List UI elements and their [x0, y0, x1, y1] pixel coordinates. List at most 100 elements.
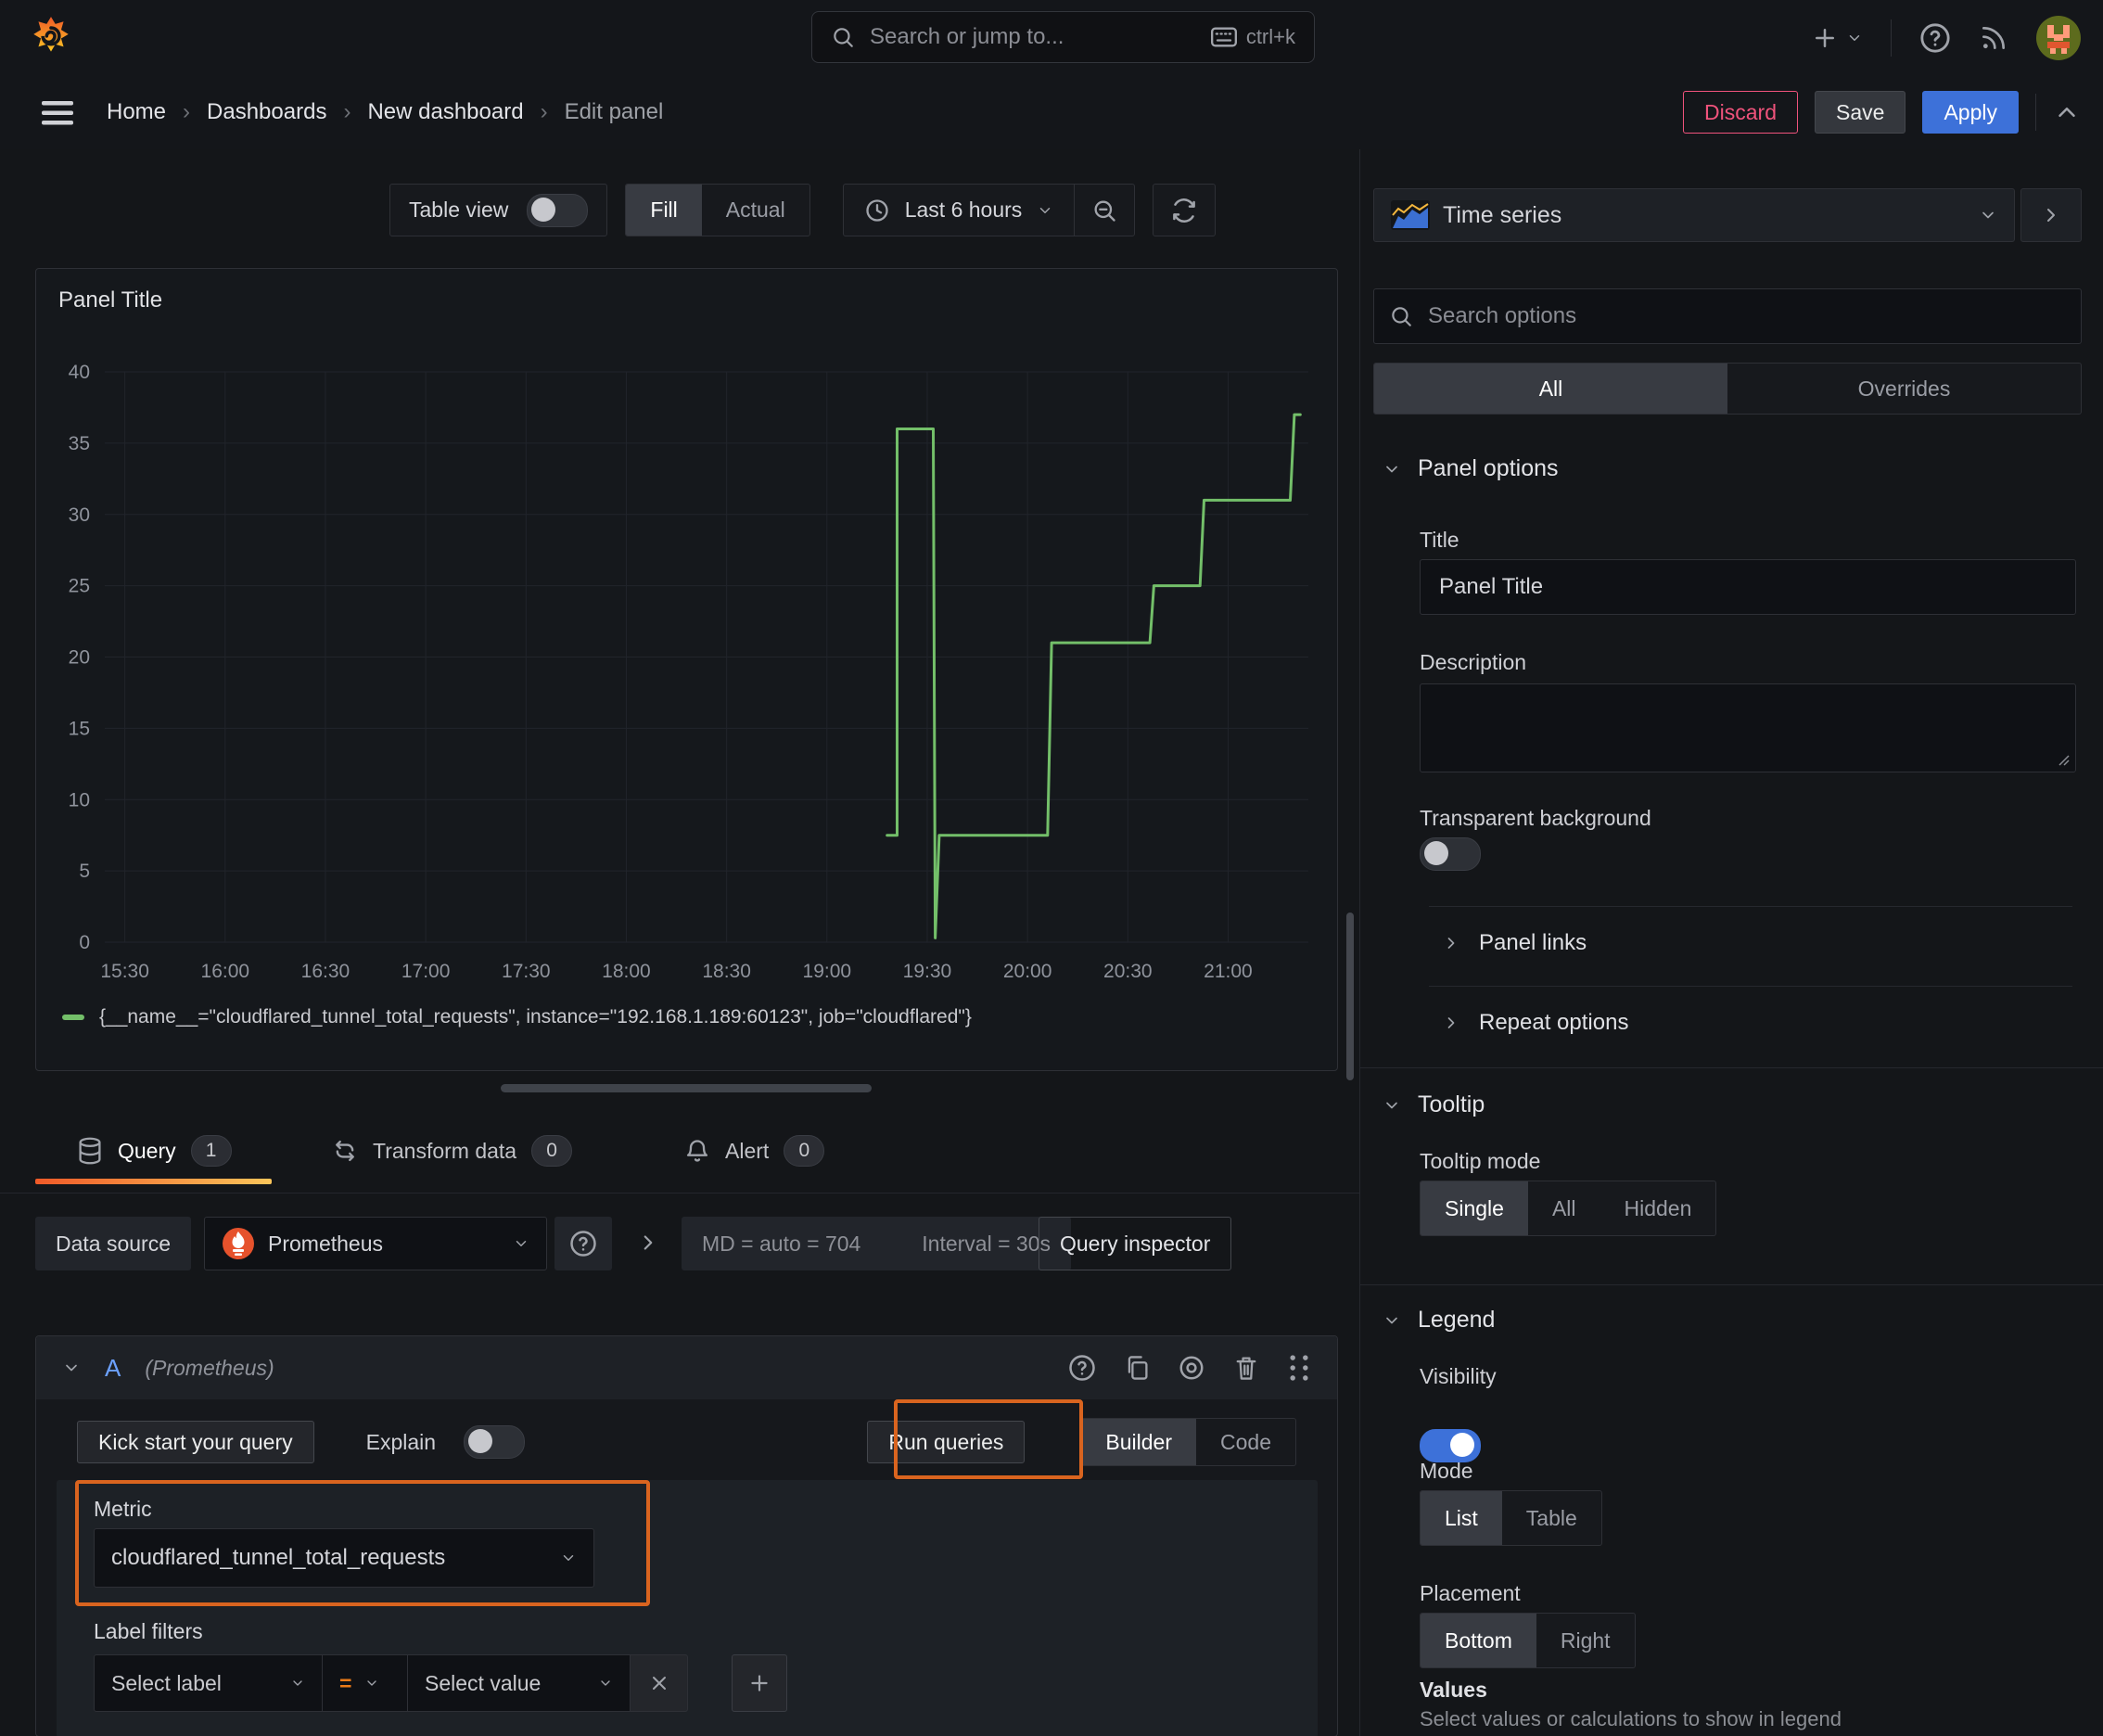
panel-options-section-header[interactable]: Panel options: [1383, 455, 1559, 482]
query-inspector-button[interactable]: Query inspector: [1039, 1217, 1232, 1270]
database-icon: [79, 1137, 101, 1165]
legend-mode-segmented: List Table: [1420, 1490, 1602, 1546]
datasource-row: Data source Prometheus MD = auto = 704 I…: [35, 1214, 1338, 1273]
panel-resize-handle[interactable]: [501, 1084, 872, 1092]
svg-text:5: 5: [79, 861, 90, 882]
query-help-icon[interactable]: [1068, 1354, 1096, 1382]
datasource-picker[interactable]: Prometheus: [204, 1217, 547, 1270]
chart-panel: Panel Title 0 5 10 15 20 25 30 35 40 15:30 16:00 16…: [35, 268, 1338, 1071]
legend-list-option[interactable]: List: [1421, 1491, 1502, 1545]
expand-options-chevron-right-icon[interactable]: [636, 1231, 660, 1255]
legend-series-label[interactable]: {__name__="cloudflared_tunnel_total_requ…: [99, 1006, 972, 1028]
transform-icon: [336, 1140, 354, 1162]
label-filter-value-select[interactable]: Select value: [408, 1654, 631, 1712]
code-option[interactable]: Code: [1196, 1419, 1295, 1465]
breadcrumb-dashboards[interactable]: Dashboards: [207, 99, 326, 125]
help-icon[interactable]: [1919, 22, 1951, 54]
tooltip-all-option[interactable]: All: [1528, 1181, 1600, 1235]
placement-right-option[interactable]: Right: [1536, 1614, 1635, 1667]
discard-button[interactable]: Discard: [1683, 91, 1799, 134]
tab-query-label: Query: [118, 1138, 176, 1163]
repeat-options-row[interactable]: Repeat options: [1442, 1010, 1628, 1036]
apply-button[interactable]: Apply: [1922, 91, 2019, 134]
news-rss-icon[interactable]: [1979, 23, 2008, 53]
visualization-picker[interactable]: Time series: [1373, 188, 2015, 242]
drag-handle-grip-icon[interactable]: [1287, 1354, 1311, 1382]
breadcrumb-home[interactable]: Home: [107, 99, 166, 125]
chevron-down-icon[interactable]: [62, 1359, 81, 1377]
save-button[interactable]: Save: [1815, 91, 1906, 134]
svg-text:18:00: 18:00: [602, 961, 651, 982]
new-menu-button[interactable]: [1811, 24, 1863, 52]
search-icon: [1392, 307, 1411, 326]
breadcrumb-new-dashboard[interactable]: New dashboard: [367, 99, 523, 125]
zoom-out-button[interactable]: [1075, 198, 1134, 223]
svg-text:21:00: 21:00: [1204, 961, 1253, 982]
chart-legend[interactable]: {__name__="cloudflared_tunnel_total_requ…: [62, 1006, 972, 1028]
label-filter-operator-select[interactable]: =: [323, 1654, 408, 1712]
label-filter-label-select[interactable]: Select label: [94, 1654, 323, 1712]
metric-value: cloudflared_tunnel_total_requests: [111, 1545, 446, 1570]
explain-toggle[interactable]: [464, 1425, 526, 1459]
search-options-input[interactable]: [1373, 288, 2082, 344]
panel-links-row[interactable]: Panel links: [1442, 930, 1587, 956]
user-avatar[interactable]: [2036, 15, 2081, 60]
query-ref-id: A: [105, 1353, 121, 1382]
add-label-filter-button[interactable]: [732, 1654, 787, 1712]
tooltip-single-option[interactable]: Single: [1421, 1181, 1528, 1235]
delete-query-trash-icon[interactable]: [1233, 1354, 1259, 1382]
collapse-sidebar-button[interactable]: [2020, 188, 2082, 242]
refresh-icon: [1173, 198, 1196, 223]
plus-icon: [751, 1675, 768, 1691]
help-icon: [570, 1231, 596, 1257]
chevron-down-icon: [1982, 211, 1994, 219]
collapse-options-chevron-up-icon[interactable]: [2053, 98, 2081, 126]
grafana-logo-icon[interactable]: [28, 15, 74, 61]
chevron-down-icon: [1040, 207, 1051, 213]
prometheus-icon: [223, 1228, 254, 1259]
time-series-chart[interactable]: 0 5 10 15 20 25 30 35 40 15:30 16:00 16:30 17:00 17:3…: [36, 349, 1339, 998]
refresh-button[interactable]: [1153, 184, 1217, 236]
metric-dropdown[interactable]: cloudflared_tunnel_total_requests: [94, 1528, 594, 1588]
toggle-visibility-eye-icon[interactable]: [1178, 1354, 1205, 1382]
legend-visibility-toggle[interactable]: [1420, 1429, 1481, 1462]
placement-bottom-option[interactable]: Bottom: [1421, 1614, 1536, 1667]
datasource-help-button[interactable]: [554, 1217, 612, 1270]
main-scrollbar[interactable]: [1346, 913, 1354, 1080]
description-textarea[interactable]: [1420, 683, 2076, 772]
time-range-label: Last 6 hours: [904, 198, 1023, 222]
transparent-background-toggle[interactable]: [1420, 837, 1481, 871]
chevron-down-icon: [563, 1555, 574, 1561]
tab-overrides[interactable]: Overrides: [1727, 364, 2081, 414]
kick-start-query-button[interactable]: Kick start your query: [77, 1421, 314, 1463]
builder-option[interactable]: Builder: [1081, 1419, 1197, 1465]
svg-text:0: 0: [79, 932, 90, 953]
table-view-toggle[interactable]: [527, 193, 589, 227]
remove-label-filter-button[interactable]: [631, 1654, 688, 1712]
tab-transform-data[interactable]: Transform data 0: [332, 1124, 573, 1178]
tab-all[interactable]: All: [1374, 364, 1727, 414]
fill-option[interactable]: Fill: [626, 185, 702, 236]
tooltip-hidden-option[interactable]: Hidden: [1600, 1181, 1716, 1235]
panel-title-input[interactable]: [1420, 559, 2076, 615]
tab-query[interactable]: Query 1: [77, 1124, 232, 1178]
search-options-field[interactable]: [1426, 302, 2066, 330]
tab-alert-count: 0: [784, 1135, 825, 1167]
query-row-header[interactable]: A (Prometheus): [36, 1336, 1337, 1399]
grafana-edit-panel-screen: ctrl+k: [0, 0, 2103, 1736]
time-controls-group: Last 6 hours: [842, 184, 1136, 236]
panel-title[interactable]: Panel Title: [58, 287, 162, 313]
menu-hamburger-icon[interactable]: [42, 101, 73, 125]
actual-option[interactable]: Actual: [702, 185, 809, 236]
global-search-field[interactable]: [868, 23, 1198, 51]
legend-table-option[interactable]: Table: [1502, 1491, 1601, 1545]
duplicate-query-icon[interactable]: [1124, 1354, 1150, 1382]
run-queries-button[interactable]: Run queries: [867, 1421, 1026, 1463]
query-options-summary[interactable]: MD = auto = 704 Interval = 30s: [682, 1217, 1071, 1270]
time-range-picker[interactable]: Last 6 hours: [844, 198, 1075, 223]
global-search-input[interactable]: ctrl+k: [811, 11, 1315, 63]
panel-options-sidebar: Time series All Overrides Panel options …: [1359, 149, 2103, 1736]
tooltip-section-header[interactable]: Tooltip: [1383, 1091, 1485, 1118]
legend-section-header[interactable]: Legend: [1383, 1307, 1495, 1334]
tab-alert[interactable]: Alert 0: [684, 1124, 825, 1178]
